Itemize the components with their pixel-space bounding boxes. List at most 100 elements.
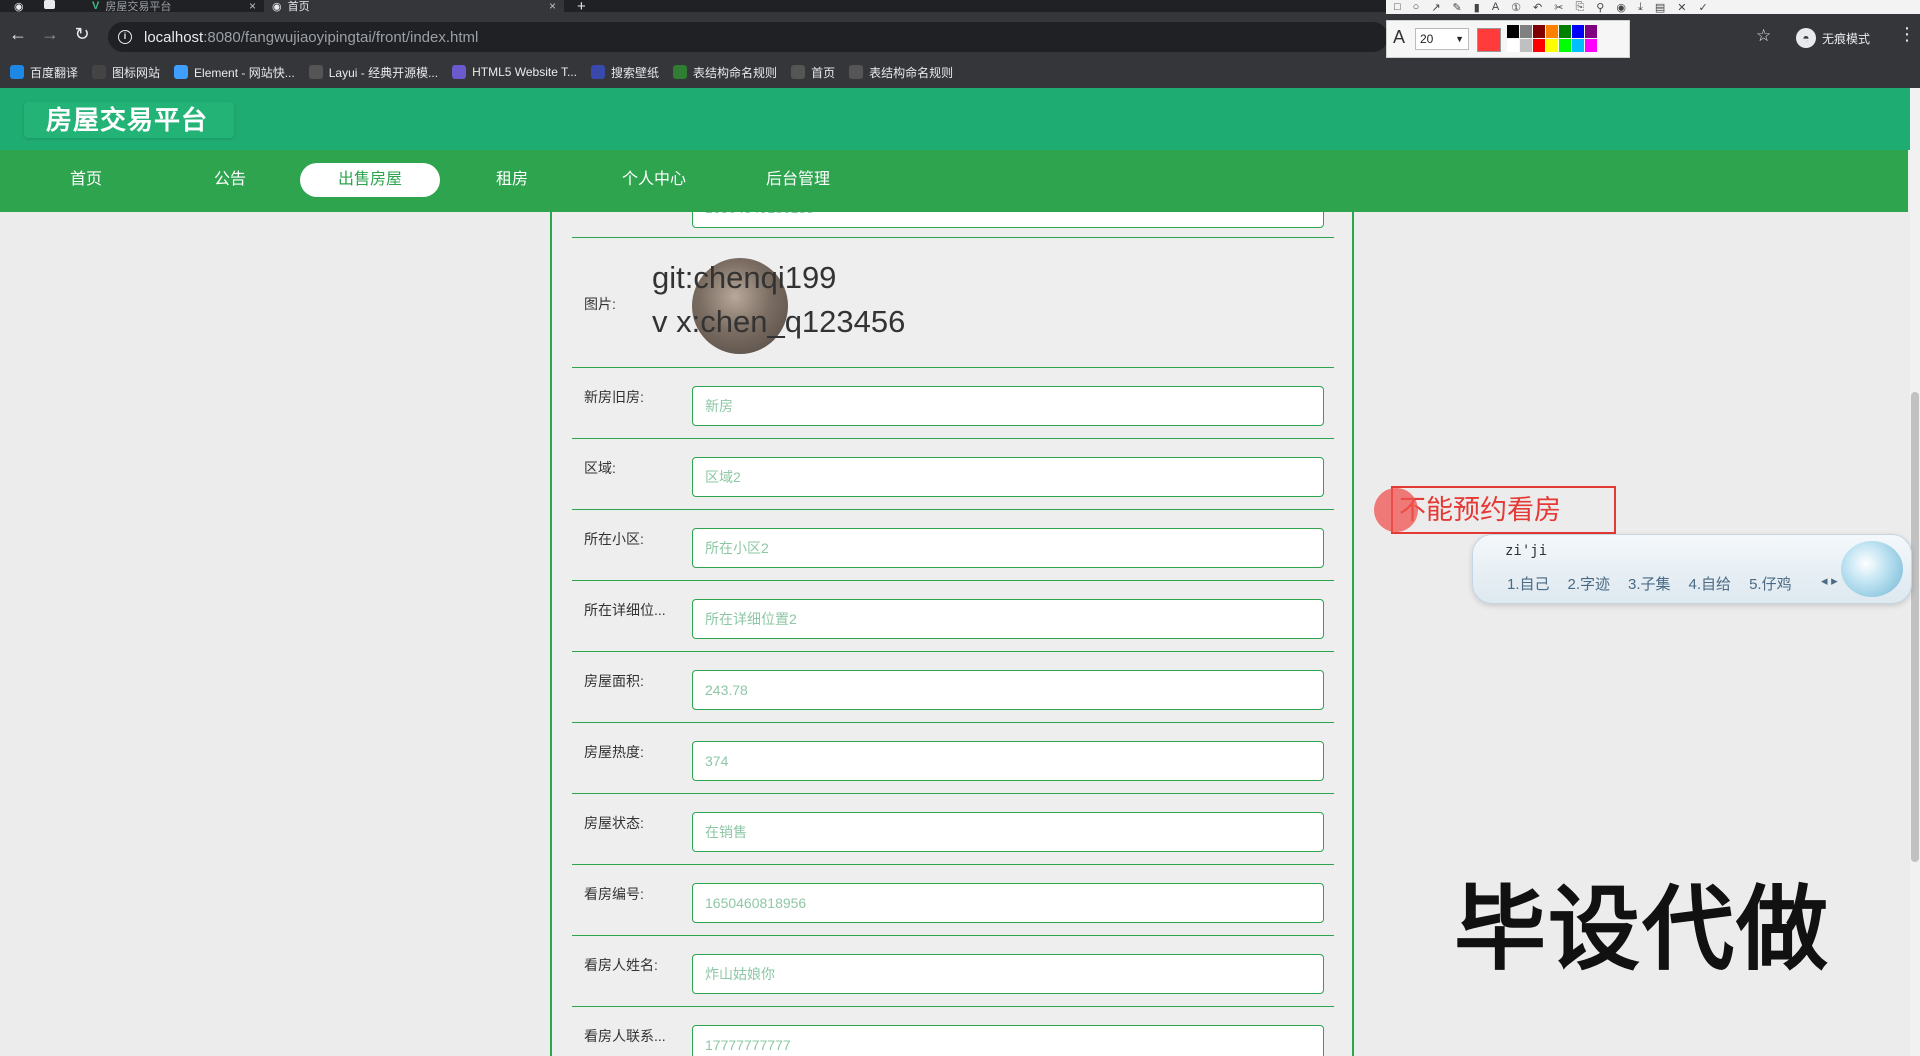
sheet-icon <box>673 65 688 79</box>
ime-candidate[interactable]: 5.仔鸡 <box>1749 573 1792 594</box>
color-swatch[interactable] <box>1559 39 1571 52</box>
field-label: 看房人联系... <box>584 1028 666 1044</box>
field-input[interactable]: 374 <box>692 741 1324 781</box>
annotation-toolbar: □ ○ ↗ ✎ ▮ A ① ↶ ✂ ⎘ ⚲ ◉ ⤓ ▤ ✕ ✓ A 20 ▼ <box>1386 0 1920 58</box>
picture-label: 图片: <box>584 296 616 312</box>
url-text[interactable]: localhost:8080/fangwujiaoyipingtai/front… <box>144 29 478 46</box>
current-color-swatch[interactable] <box>1477 28 1501 52</box>
record-icon[interactable]: ◉ <box>1616 1 1626 14</box>
ime-candidate[interactable]: 3.子集 <box>1628 573 1671 594</box>
form-row: 所在详细位... 所在详细位置2 <box>572 581 1334 652</box>
field-input[interactable]: 所在小区2 <box>692 528 1324 568</box>
bookmark-item[interactable]: 图标网站 <box>92 64 160 81</box>
bookmark-item[interactable]: HTML5 Website T... <box>452 65 577 79</box>
field-input[interactable]: 区域2 <box>692 457 1324 497</box>
color-swatch[interactable] <box>1546 39 1558 52</box>
ime-candidate[interactable]: 4.自给 <box>1689 573 1732 594</box>
color-swatch[interactable] <box>1546 25 1558 38</box>
nav-item[interactable]: 后台管理 <box>728 163 868 197</box>
color-swatch[interactable] <box>1507 25 1519 38</box>
address-bar[interactable]: i localhost:8080/fangwujiaoyipingtai/fro… <box>108 22 1388 52</box>
field-label: 房屋面积: <box>584 673 644 689</box>
color-swatch[interactable] <box>1520 25 1532 38</box>
field-input[interactable]: 1650460818956 <box>692 883 1324 923</box>
color-palette <box>1507 25 1597 52</box>
globe-icon <box>849 65 864 79</box>
pen-tool-icon[interactable]: ✎ <box>1453 1 1462 14</box>
chevron-down-icon: ▼ <box>1455 34 1464 44</box>
bookmark-item[interactable]: Layui - 经典开源模... <box>308 64 438 81</box>
color-swatch[interactable] <box>1520 39 1532 52</box>
overlay-big-text: 毕设代做 <box>1454 879 1831 981</box>
bookmark-label: 首页 <box>811 65 836 80</box>
tab-platform[interactable]: V 房屋交易平台 × <box>74 0 264 13</box>
bookmark-label: 图标网站 <box>112 65 161 80</box>
undo-icon[interactable]: ↶ <box>1533 1 1542 14</box>
font-size-select[interactable]: 20 ▼ <box>1415 28 1469 50</box>
next-page-icon[interactable]: ◂ ▸ <box>1821 573 1838 589</box>
nav-item[interactable]: 出售房屋 <box>300 163 440 197</box>
field-input[interactable]: 在销售 <box>692 812 1324 852</box>
color-swatch[interactable] <box>1572 39 1584 52</box>
color-swatch[interactable] <box>1533 39 1545 52</box>
color-swatch[interactable] <box>1507 39 1519 52</box>
partial-field[interactable]: 16504549186135 <box>692 212 1324 228</box>
field-input[interactable]: 炸山姑娘你 <box>692 954 1324 994</box>
flag-icon <box>92 65 107 79</box>
color-swatch[interactable] <box>1585 25 1597 38</box>
bookmark-item[interactable]: Element - 网站快... <box>174 64 295 81</box>
reload-icon[interactable]: ↻ <box>70 24 94 45</box>
ellipse-tool-icon[interactable]: ○ <box>1413 1 1420 13</box>
translate-icon <box>10 65 24 79</box>
back-icon[interactable]: ← <box>6 24 30 45</box>
number-tool-icon[interactable]: ① <box>1511 1 1521 14</box>
nav-item[interactable]: 公告 <box>160 163 300 197</box>
cursor-highlight <box>1374 488 1418 532</box>
field-input[interactable]: 新房 <box>692 386 1324 426</box>
confirm-icon[interactable]: ✓ <box>1698 1 1707 14</box>
ime-candidates: 1.自己 2.字迹 3.子集 4.自给 5.仔鸡 <box>1507 573 1792 594</box>
ime-candidate[interactable]: 1.自己 <box>1507 573 1550 594</box>
globe-icon: ◉ <box>272 0 282 13</box>
house-detail-form: 16504549186135 图片: git:chenqi199 v x:che… <box>550 212 1354 1056</box>
bookmark-item[interactable]: 表结构命名规则 <box>673 64 777 81</box>
forward-icon[interactable]: → <box>38 24 62 45</box>
form-row: 看房人姓名: 炸山姑娘你 <box>572 936 1334 1007</box>
form-row: 所在小区: 所在小区2 <box>572 510 1334 581</box>
field-input[interactable]: 17777777777 <box>692 1025 1324 1056</box>
pin-icon[interactable]: ⚲ <box>1596 1 1604 14</box>
download-icon[interactable]: ⤓ <box>1638 1 1643 14</box>
marker-tool-icon[interactable]: ▮ <box>1474 1 1480 14</box>
bookmark-item[interactable]: 搜索壁纸 <box>591 64 659 81</box>
font-icon: A <box>1393 27 1406 47</box>
field-input[interactable]: 所在详细位置2 <box>692 599 1324 639</box>
tab-home[interactable]: ◉ 首页 × <box>264 0 564 13</box>
info-icon[interactable]: i <box>118 30 132 44</box>
color-swatch[interactable] <box>1572 25 1584 38</box>
arrow-tool-icon[interactable]: ↗ <box>1431 1 1440 14</box>
rectangle-tool-icon[interactable]: □ <box>1394 1 1401 13</box>
text-settings-panel: A 20 ▼ <box>1386 20 1630 58</box>
annotation-textbox[interactable]: 不能预约看房 <box>1391 486 1616 534</box>
scrollbar-thumb[interactable] <box>1911 392 1919 862</box>
bookmark-item[interactable]: 首页 <box>791 64 835 81</box>
close-icon[interactable]: ✕ <box>1677 1 1686 14</box>
color-swatch[interactable] <box>1533 25 1545 38</box>
field-label: 新房旧房: <box>584 389 644 405</box>
save-icon[interactable]: ▤ <box>1655 1 1665 14</box>
form-row: 看房人联系... 17777777777 <box>572 1007 1334 1056</box>
form-row: 看房编号: 1650460818956 <box>572 865 1334 936</box>
field-input[interactable]: 243.78 <box>692 670 1324 710</box>
nav-item[interactable]: 首页 <box>16 163 156 197</box>
bookmark-item[interactable]: 百度翻译 <box>10 64 78 81</box>
bookmark-item[interactable]: 表结构命名规则 <box>849 64 953 81</box>
color-swatch[interactable] <box>1585 39 1597 52</box>
color-swatch[interactable] <box>1559 25 1571 38</box>
text-tool-icon[interactable]: A <box>1492 1 1499 13</box>
ime-logo-icon <box>1841 541 1903 597</box>
nav-item[interactable]: 租房 <box>442 163 582 197</box>
cut-icon[interactable]: ✂ <box>1554 1 1563 14</box>
copy-icon[interactable]: ⎘ <box>1575 1 1584 14</box>
nav-item[interactable]: 个人中心 <box>584 163 724 197</box>
ime-candidate[interactable]: 2.字迹 <box>1568 573 1611 594</box>
